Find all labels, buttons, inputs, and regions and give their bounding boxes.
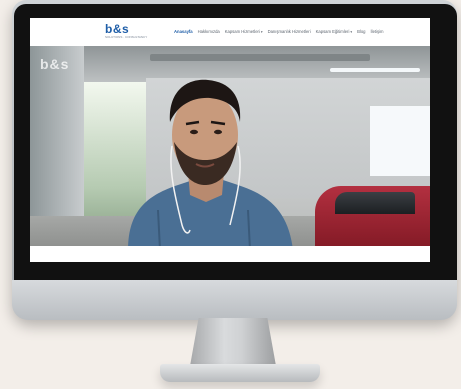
nav-item-home[interactable]: Anasayfa	[174, 29, 193, 34]
nav-item-label: Anasayfa	[174, 29, 193, 34]
monitor-foot	[160, 364, 320, 382]
nav-item-contact[interactable]: İletişim	[370, 29, 383, 34]
logo-text: b&s	[105, 22, 130, 36]
website-screen: b&s SOLUTIONS · CONSULTANCY Anasayfa Hak…	[30, 18, 430, 262]
nav-item-label: Danışmanlık Hizmetleri	[267, 29, 311, 34]
hero-banner: b&s	[30, 46, 430, 246]
nav-item-blog[interactable]: Blog	[357, 29, 365, 34]
monitor-stand	[190, 318, 276, 366]
chevron-down-icon: ▾	[350, 30, 353, 34]
top-navigation: b&s SOLUTIONS · CONSULTANCY Anasayfa Hak…	[30, 18, 430, 47]
logo-tagline: SOLUTIONS · CONSULTANCY	[105, 35, 148, 39]
brand-logo[interactable]: b&s SOLUTIONS · CONSULTANCY	[105, 22, 147, 41]
nav-item-label: Hakkımızda	[197, 29, 220, 34]
nav-item-label: Blog	[357, 29, 366, 34]
main-menu: Anasayfa Hakkımızda Kapsam Hizmetleri▾ D…	[174, 29, 384, 34]
chevron-down-icon: ▾	[260, 30, 263, 34]
nav-item-consulting[interactable]: Danışmanlık Hizmetleri	[268, 29, 311, 34]
garage-window	[370, 106, 430, 176]
nav-item-label: Kapsam Eğitimleri	[315, 29, 350, 34]
nav-item-about[interactable]: Hakkımızda	[198, 29, 220, 34]
page-footer-strip	[30, 246, 430, 262]
hero-watermark-logo: b&s	[40, 56, 70, 72]
red-car	[315, 186, 430, 246]
nav-item-training[interactable]: Kapsam Eğitimleri▾	[316, 29, 352, 34]
man-with-earphones-image	[128, 79, 293, 246]
nav-item-label: İletişim	[370, 29, 384, 34]
nav-item-label: Kapsam Hizmetleri	[224, 29, 260, 34]
nav-item-services[interactable]: Kapsam Hizmetleri▾	[225, 29, 263, 34]
ceiling-light	[330, 68, 420, 72]
monitor-chin	[12, 280, 457, 320]
car-window	[335, 192, 415, 214]
